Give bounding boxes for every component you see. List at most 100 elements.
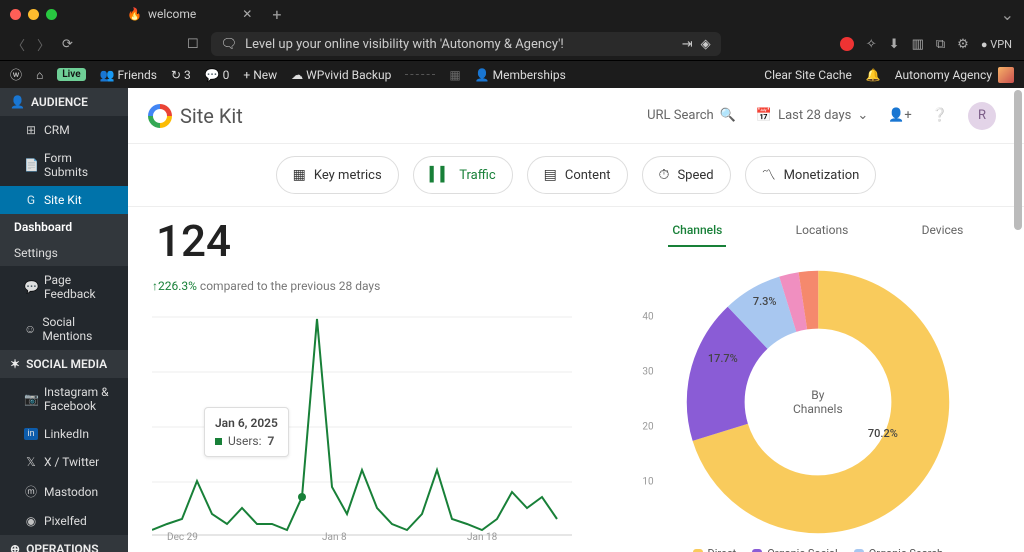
download-icon[interactable]: ⬇ [889,37,900,52]
x-tick: Dec 29 [167,532,198,543]
donut-center-label: ByChannels [683,267,953,537]
user-avatar-icon [998,67,1014,83]
user-menu[interactable]: Autonomy Agency [895,67,1014,83]
user-name: Autonomy Agency [895,68,992,82]
close-window-icon[interactable] [10,9,21,20]
y-tick: 30 [642,367,653,378]
chart-legend: Direct Organic Social Organic Search Org… [636,547,1000,552]
pill-content[interactable]: ▤Content [527,156,628,194]
tab-title: welcome [148,7,196,21]
users-line-chart: 40 30 20 10 Dec 29 Jan 8 Jan 18 Jan 6, 2… [152,307,626,541]
url-text: Level up your online visibility with 'Au… [245,37,564,52]
bars-icon: ▍▍ [430,167,452,183]
pill-key-metrics[interactable]: ▦Key metrics [276,156,399,194]
address-bar[interactable]: 🗨 Level up your online visibility with '… [211,32,721,56]
browser-toolbar: 〈 〉 ⟳ ☐ 🗨 Level up your online visibilit… [0,28,1024,60]
vpn-badge[interactable]: ● VPN [981,38,1012,51]
tab-locations[interactable]: Locations [792,215,853,247]
browser-titlebar: 🔥 welcome ✕ + ⌄ [0,0,1024,28]
maximize-window-icon[interactable] [46,9,57,20]
panel-icon[interactable]: ▥ [912,37,924,52]
users-panel: 124 ↑226.3% compared to the previous 28 … [152,215,626,552]
new-link[interactable]: + New [243,68,277,82]
sidebar-item-form-submits[interactable]: 📄Form Submits [0,144,128,186]
calendar-icon: 📅 [756,108,772,123]
sidebar-section-operations[interactable]: ⊕OPERATIONS [0,535,128,552]
home-icon[interactable]: ⌂ [36,68,43,82]
friends-link[interactable]: 👥 Friends [100,68,157,82]
url-search-button[interactable]: URL Search 🔍 [647,108,736,123]
sidebar-item-pixelfed[interactable]: ◉Pixelfed [0,507,128,535]
record-icon[interactable] [840,37,854,51]
legend-direct: Direct [693,547,737,552]
bookmark-icon[interactable]: ☐ [187,37,199,52]
channels-panel: Channels Locations Devices ByChannels [636,215,1000,552]
reader-icon[interactable]: ⇥ [682,37,693,52]
y-tick: 10 [642,477,653,488]
clear-cache-link[interactable]: Clear Site Cache [764,68,852,82]
sidebar-item-linkedin[interactable]: inLinkedIn [0,420,128,448]
extensions-icon[interactable]: ✧ [866,37,877,52]
account-avatar[interactable]: R [968,102,996,130]
toolbar-right: ✧ ⬇ ▥ ⧉ ⚙ ● VPN [840,37,1012,52]
scrollbar[interactable] [1014,90,1022,230]
wp-sidebar: 👤AUDIENCE ⊞CRM 📄Form Submits GSite Kit D… [0,88,128,552]
tab-favicon: 🔥 [127,7,142,21]
nav-pills: ▦Key metrics ▍▍Traffic ▤Content ⏱Speed 〽… [128,144,1024,207]
settings-icon[interactable]: ⚙ [957,37,969,52]
site-info-icon[interactable]: 🗨 [221,37,238,52]
comments-link[interactable]: 💬 0 [205,68,230,82]
sidebar-section-audience[interactable]: 👤AUDIENCE [0,88,128,116]
live-badge: Live [57,68,85,81]
screenshot-icon[interactable]: ⧉ [936,37,945,52]
google-logo-icon [148,104,172,128]
wpvivid-link[interactable]: ☁ WPvivid Backup [291,68,391,82]
close-tab-icon[interactable]: ✕ [242,7,252,21]
browser-tab[interactable]: 🔥 welcome ✕ [117,3,262,25]
y-tick: 40 [642,312,653,323]
tab-channels[interactable]: Channels [668,215,726,247]
sidebar-item-site-kit[interactable]: GSite Kit [0,186,128,214]
help-icon[interactable]: ❔ [932,108,948,123]
main-content: Site Kit URL Search 🔍 📅 Last 28 days ⌄ 👤… [128,88,1024,552]
search-icon: 🔍 [720,108,736,123]
grid-icon: ▦ [293,167,306,183]
pct-social: 17.7% [708,352,738,365]
sidebar-sub-settings[interactable]: Settings [0,240,128,266]
back-button[interactable]: 〈 [12,35,25,54]
pill-speed[interactable]: ⏱Speed [642,156,731,194]
sidebar-section-social[interactable]: ✶SOCIAL MEDIA [0,350,128,378]
pill-monetization[interactable]: 〽Monetization [745,156,877,194]
updates-link[interactable]: ↻ 3 [171,68,191,82]
sidebar-item-social-mentions[interactable]: ☺Social Mentions [0,308,128,350]
memberships-link[interactable]: 👤 Memberships [475,68,566,82]
series-color-icon [215,438,222,445]
document-icon: ▤ [544,167,557,183]
panel-tabs: Channels Locations Devices [636,215,1000,247]
tabs-chevron-icon[interactable]: ⌄ [1001,5,1014,24]
sidebar-item-instagram[interactable]: 📷Instagram & Facebook [0,378,128,420]
pill-traffic[interactable]: ▍▍Traffic [413,156,513,194]
forward-button[interactable]: 〉 [37,35,50,54]
users-total: 124 [152,215,626,267]
legend-organic-social: Organic Social [752,547,838,552]
sidebar-item-twitter[interactable]: 𝕏X / Twitter [0,448,128,476]
wp-logo-icon[interactable]: ⓦ [10,66,22,83]
date-range-selector[interactable]: 📅 Last 28 days ⌄ [756,108,868,123]
sidebar-sub-dashboard[interactable]: Dashboard [0,214,128,240]
sidebar-item-mastodon[interactable]: ⓜMastodon [0,476,128,507]
notifications-icon[interactable]: 🔔 [866,68,881,82]
trend-icon: 〽 [762,165,776,185]
new-tab-button[interactable]: + [272,5,281,24]
tab-devices[interactable]: Devices [918,215,968,247]
reload-button[interactable]: ⟳ [62,37,73,52]
channels-donut-chart: ByChannels 70.2% 17.7% 7.3% [683,267,953,537]
sidebar-item-crm[interactable]: ⊞CRM [0,116,128,144]
users-change: ↑226.3% compared to the previous 28 days [152,279,626,293]
shield-icon[interactable]: ◈ [701,37,711,52]
sidebar-item-page-feedback[interactable]: 💬Page Feedback [0,266,128,308]
sitekit-topbar: Site Kit URL Search 🔍 📅 Last 28 days ⌄ 👤… [128,88,1024,144]
tooltip-date: Jan 6, 2025 [215,416,278,430]
minimize-window-icon[interactable] [28,9,39,20]
add-user-icon[interactable]: 👤+ [888,108,912,123]
